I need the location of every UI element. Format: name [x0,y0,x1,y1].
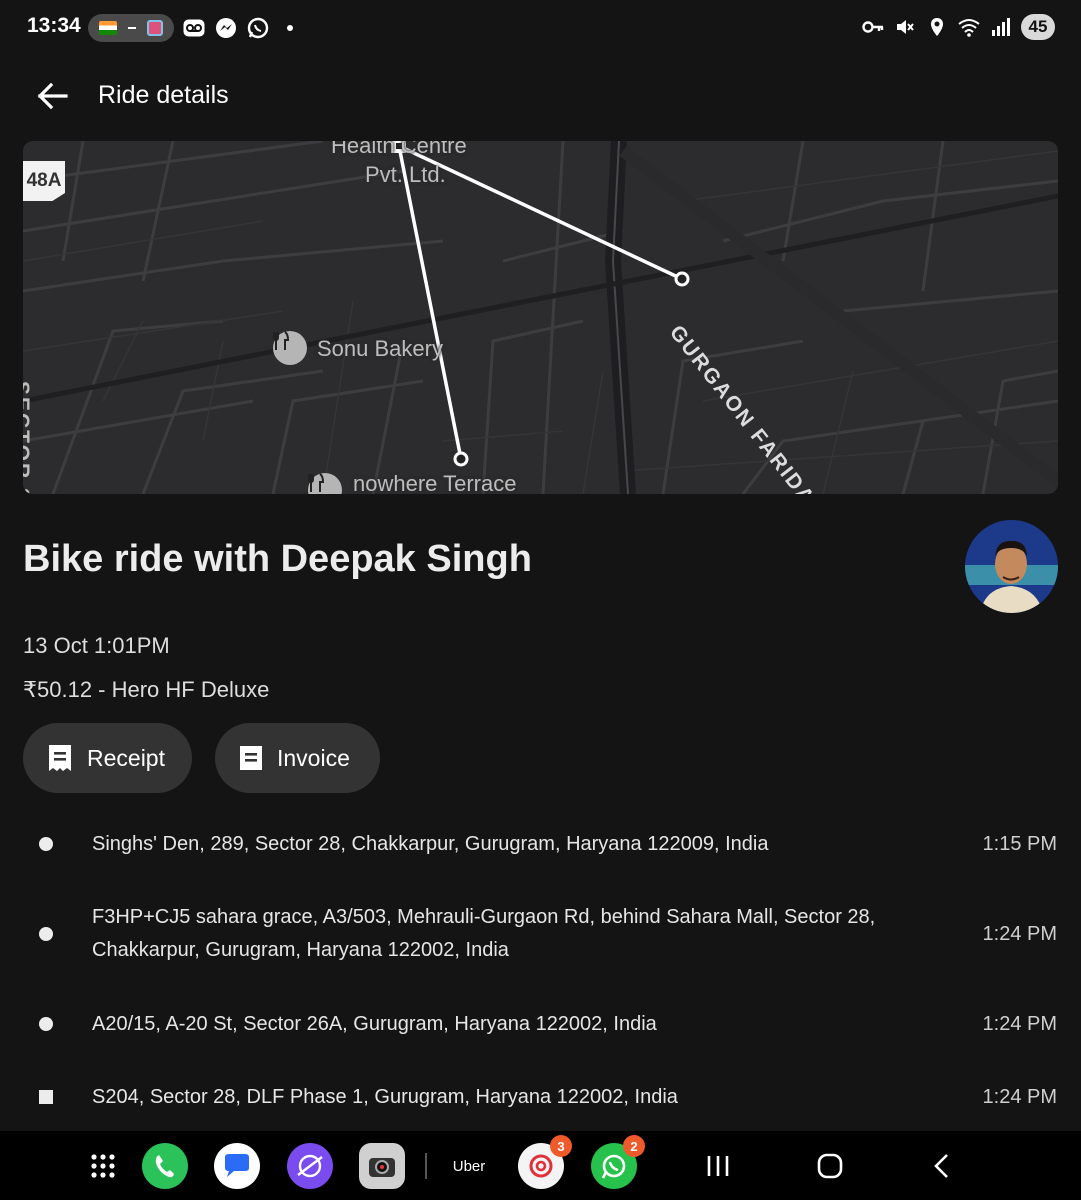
route-point [453,451,469,467]
stop-time: 1:15 PM [982,833,1057,855]
stop-address: F3HP+CJ5 sahara grace, A3/503, Mehrauli-… [92,906,876,961]
back-icon[interactable] [922,1147,962,1185]
camera-icon[interactable] [359,1143,405,1189]
location-icon [925,15,949,39]
dash-icon [127,27,136,29]
app-icon [146,20,163,36]
messages-icon[interactable] [214,1143,260,1189]
map-streets [23,141,1058,494]
home-icon[interactable] [810,1147,850,1185]
email-icon[interactable]: 3 [518,1135,572,1189]
driver-avatar[interactable] [965,520,1058,613]
uber-icon[interactable]: Uber [446,1143,492,1189]
status-left-icons [88,14,302,42]
stop-dot-icon [39,1017,53,1031]
messenger-icon [214,16,238,40]
back-button[interactable] [30,76,74,116]
stop-dot-icon [39,837,53,851]
stop-dot-icon [39,927,53,941]
ride-date: 13 Oct 1:01PM [23,633,170,658]
dock-divider [425,1153,427,1179]
restaurant-icon[interactable] [273,331,307,365]
more-dot-icon [278,16,302,40]
map-label-sonu-bakery: Sonu Bakery [317,336,443,361]
invoice-label: Invoice [277,744,350,771]
wifi-icon [957,15,981,39]
map-label-terrace: nowhere Terrace [353,471,517,494]
status-bar: 13:34 45 [0,0,1081,56]
header: Ride details [0,70,1081,122]
notification-pill[interactable] [88,14,174,42]
mute-icon [893,15,917,39]
apps-grid-icon[interactable] [80,1143,126,1189]
route-point [674,271,690,287]
whatsapp-icon [246,16,270,40]
india-flag-icon [99,21,118,35]
whatsapp-icon[interactable]: 2 [591,1135,645,1189]
stop-address: S204, Sector 28, DLF Phase 1, Gurugram, … [92,1086,678,1108]
email-badge: 3 [550,1135,572,1157]
route-path [397,144,683,460]
road-shield: 48A [23,161,65,201]
stop-square-icon [39,1090,53,1104]
voicemail-icon [182,16,206,40]
ride-fare: ₹50.12 - Hero HF Deluxe [23,677,270,702]
route-map[interactable]: 48A Health Centre Pvt. Ltd. Sonu Bakery … [23,141,1058,494]
receipt-button[interactable]: Receipt [23,723,192,793]
map-label-health-centre: Health Centre [331,141,467,158]
whatsapp-badge: 2 [623,1135,645,1157]
invoice-icon [240,746,262,770]
status-right-icons: 45 [861,14,1055,40]
uber-label: Uber [452,1157,486,1175]
key-icon [861,15,885,39]
stop-address: Singhs' Den, 289, Sector 28, Chakkarpur,… [92,833,769,855]
phone-icon[interactable] [142,1143,188,1189]
map-label-pvt-ltd: Pvt. Ltd. [365,162,446,187]
stop-address: A20/15, A-20 St, Sector 26A, Gurugram, H… [92,1013,657,1035]
signal-icon [989,15,1013,39]
battery-indicator: 45 [1021,14,1055,40]
receipt-label: Receipt [87,744,165,771]
receipt-icon [49,745,71,771]
recents-icon[interactable] [698,1147,738,1185]
internet-icon[interactable] [287,1143,333,1189]
map-label-sector: SECTOR 2 [23,381,33,494]
stop-time: 1:24 PM [982,1086,1057,1108]
stop-time: 1:24 PM [982,923,1057,945]
invoice-button[interactable]: Invoice [215,723,380,793]
status-time: 13:34 [27,14,81,37]
navigation-bar: Uber 3 2 [0,1131,1081,1200]
arrow-left-icon [37,82,68,110]
page-title: Ride details [98,81,229,109]
stop-time: 1:24 PM [982,1013,1057,1035]
ride-title: Bike ride with Deepak Singh [23,538,532,580]
